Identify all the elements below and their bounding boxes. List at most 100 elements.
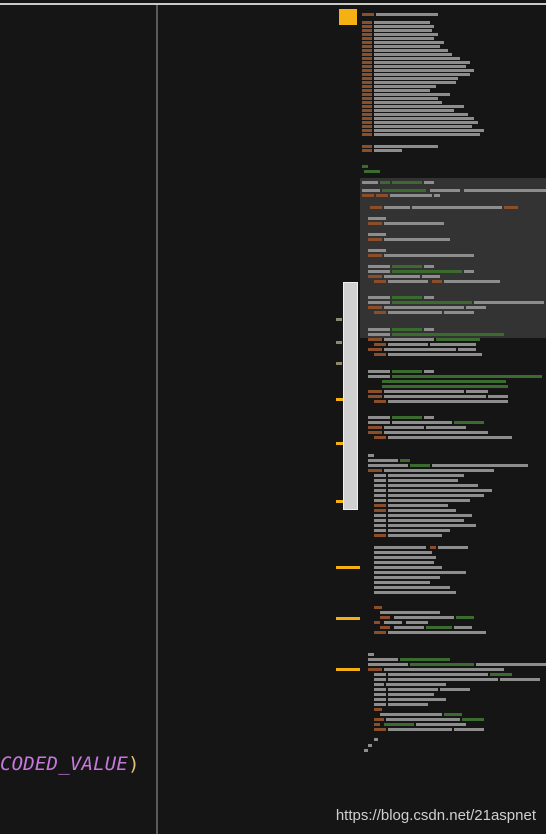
minimap-line (360, 459, 546, 462)
minimap-token (368, 375, 390, 378)
minimap-token (388, 311, 442, 314)
minimap-line (360, 145, 546, 148)
minimap-token (374, 77, 458, 80)
minimap-token (466, 390, 488, 393)
minimap-line (360, 744, 546, 747)
minimap-token (388, 703, 428, 706)
minimap-token (458, 348, 476, 351)
scrollbar-thumb[interactable] (343, 282, 358, 510)
minimap-line (360, 301, 546, 304)
overview-ruler-marker (336, 668, 360, 671)
minimap-line (360, 546, 546, 549)
minimap-line (360, 121, 546, 124)
minimap-token (374, 688, 386, 691)
minimap-line (360, 61, 546, 64)
minimap-token (362, 49, 372, 52)
minimap-token (362, 41, 372, 44)
minimap-token (374, 484, 386, 487)
minimap-token (374, 489, 386, 492)
minimap-line (360, 311, 546, 314)
minimap-token (364, 170, 380, 173)
minimap-token (410, 464, 430, 467)
minimap-line (360, 217, 546, 220)
minimap-line (360, 73, 546, 76)
minimap-token (368, 217, 386, 220)
minimap-line (360, 606, 546, 609)
minimap-line (360, 718, 546, 721)
minimap-token (430, 343, 476, 346)
minimap-token (412, 206, 502, 209)
minimap-line (360, 125, 546, 128)
minimap-token (362, 117, 372, 120)
minimap-line (360, 698, 546, 701)
minimap-token (384, 723, 414, 726)
minimap-line (360, 668, 546, 671)
minimap-line (360, 194, 546, 197)
minimap-token (444, 280, 500, 283)
minimap-token (368, 431, 382, 434)
minimap-token (374, 519, 386, 522)
minimap-token (430, 546, 436, 549)
minimap-line (360, 45, 546, 48)
minimap-line (360, 591, 546, 594)
minimap-token (374, 69, 474, 72)
minimap-token (374, 723, 380, 726)
minimap-line (360, 254, 546, 257)
minimap-line (360, 165, 546, 168)
minimap-token (368, 464, 408, 467)
minimap-token (400, 658, 450, 661)
minimap-line (360, 49, 546, 52)
minimap-token (384, 306, 464, 309)
minimap-token (368, 249, 386, 252)
minimap-token (476, 663, 546, 666)
minimap-token (374, 514, 386, 517)
minimap-line (360, 370, 546, 373)
minimap-line (360, 338, 546, 341)
minimap-token (424, 416, 434, 419)
minimap-line (360, 380, 546, 383)
minimap-line (360, 426, 546, 429)
minimap-token (374, 53, 452, 56)
minimap-token (368, 653, 374, 656)
minimap-token (444, 311, 474, 314)
minimap-token (384, 395, 486, 398)
minimap-line (360, 390, 546, 393)
minimap-line (360, 499, 546, 502)
minimap-token (362, 13, 374, 16)
minimap-token (388, 673, 488, 676)
minimap-token (388, 343, 428, 346)
minimap-token (374, 343, 386, 346)
minimap[interactable] (360, 8, 546, 768)
minimap-line (360, 105, 546, 108)
minimap-token (388, 678, 498, 681)
minimap-line (360, 181, 546, 184)
minimap-line (360, 534, 546, 537)
minimap-token (362, 25, 372, 28)
minimap-token (362, 125, 372, 128)
minimap-token (374, 121, 478, 124)
minimap-token (368, 233, 386, 236)
minimap-token (374, 145, 438, 148)
minimap-line (360, 519, 546, 522)
minimap-token (380, 616, 390, 619)
minimap-line (360, 97, 546, 100)
editor-pane-left[interactable]: CODED_VALUE) (0, 5, 156, 834)
minimap-token (374, 683, 384, 686)
minimap-token (374, 105, 464, 108)
minimap-token (392, 370, 422, 373)
minimap-token (374, 73, 470, 76)
minimap-token (362, 129, 372, 132)
minimap-token (374, 353, 386, 356)
minimap-line (360, 85, 546, 88)
minimap-token (374, 65, 466, 68)
minimap-token (406, 621, 428, 624)
minimap-token (388, 688, 438, 691)
minimap-line (360, 149, 546, 152)
minimap-token (362, 57, 372, 60)
minimap-token (362, 85, 372, 88)
minimap-line (360, 581, 546, 584)
minimap-token (370, 206, 382, 209)
minimap-line (360, 109, 546, 112)
minimap-line (360, 69, 546, 72)
minimap-line (360, 21, 546, 24)
